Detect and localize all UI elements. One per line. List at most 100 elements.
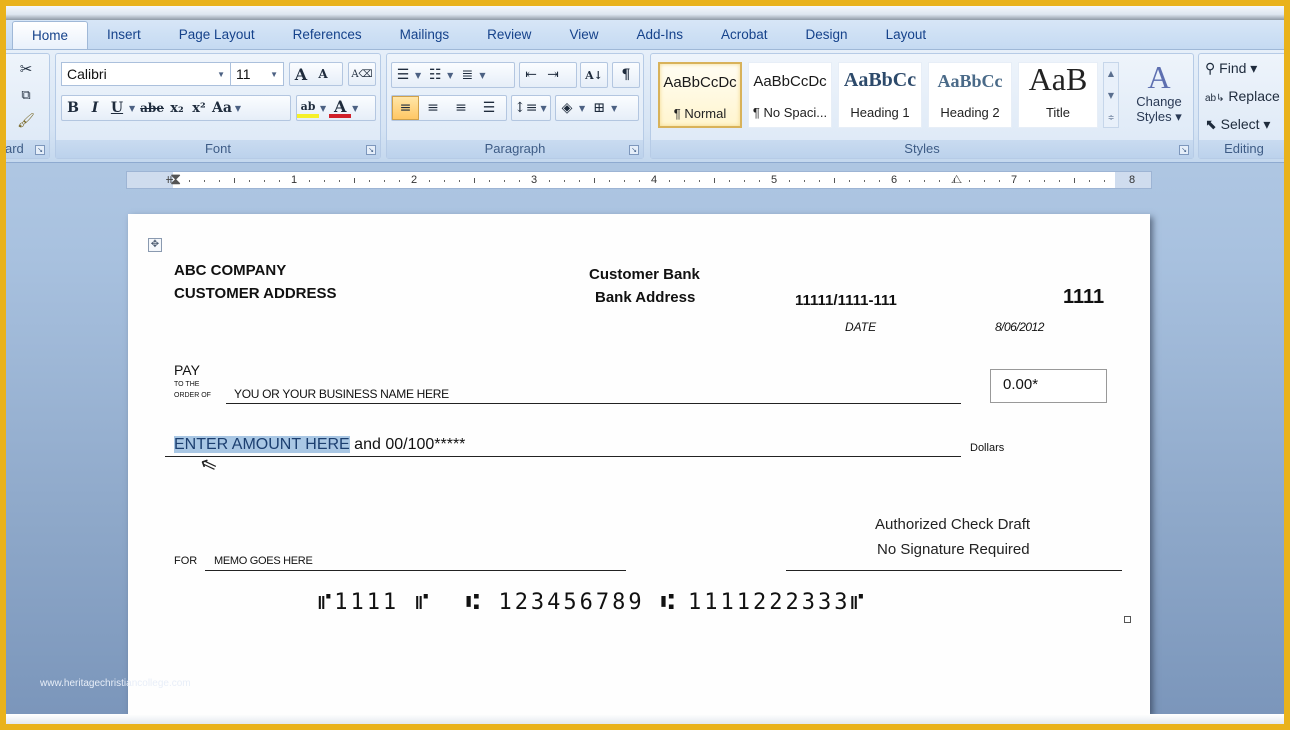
paragraph-launcher-icon[interactable]: ↘ <box>629 145 639 155</box>
align-center-icon[interactable]: ≡ <box>419 97 447 119</box>
style-title[interactable]: AaB Title <box>1018 61 1098 128</box>
style-no-spacing[interactable]: AaBbCcDc ¶ No Spaci... <box>748 62 832 128</box>
sort-icon: A↓ <box>585 68 603 82</box>
font-size-dropdown[interactable]: 11 ▼ <box>230 62 284 86</box>
superscript-button[interactable]: x² <box>188 97 210 119</box>
shading-icon[interactable]: ◈ <box>556 97 578 119</box>
line-spacing-button[interactable]: ↕≡ ▼ <box>511 95 551 121</box>
strikethrough-button[interactable]: abe <box>138 97 166 119</box>
chevron-down-icon[interactable]: ▼ <box>479 71 485 80</box>
align-right-icon[interactable]: ≡ <box>447 97 475 119</box>
increase-indent-icon[interactable]: ⇥ <box>542 64 564 86</box>
amount-words[interactable]: ENTER AMOUNT HERE and 00/100***** <box>174 436 465 454</box>
chevron-down-icon[interactable]: ▼ <box>129 104 135 113</box>
justify-icon[interactable]: ☰ <box>475 97 503 119</box>
subscript-button[interactable]: x₂ <box>166 97 188 119</box>
shrink-font-icon[interactable]: A <box>312 63 334 85</box>
styles-launcher-icon[interactable]: ↘ <box>1179 145 1189 155</box>
amount-box[interactable]: 0.00* <box>990 369 1107 403</box>
change-case-button[interactable]: Aa <box>210 97 234 119</box>
tab-view[interactable]: View <box>550 21 617 49</box>
to-the-label: TO THE <box>174 381 200 388</box>
tab-mailings[interactable]: Mailings <box>381 21 469 49</box>
indent-buttons: ⇤ ⇥ <box>519 62 577 88</box>
tab-insert[interactable]: Insert <box>88 21 160 49</box>
ruler-tick <box>909 180 910 182</box>
ruler-tick <box>789 180 790 182</box>
chevron-down-icon[interactable]: ▼ <box>447 71 453 80</box>
tab-home[interactable]: Home <box>12 21 89 49</box>
style-heading-1[interactable]: AaBbCc Heading 1 <box>838 62 922 128</box>
italic-button[interactable]: I <box>84 97 106 119</box>
ruler-tick <box>189 180 190 182</box>
date-value[interactable]: 8/06/2012 <box>995 320 1044 334</box>
borders-icon[interactable]: ⊞ <box>588 97 610 119</box>
table-resize-handle-icon[interactable] <box>1124 616 1131 623</box>
scroll-up-icon[interactable]: ▲ <box>1104 63 1118 85</box>
horizontal-ruler[interactable]: ⧺ ⧗ ⧍ 1 2 3 4 5 6 7 8 <box>126 169 1152 189</box>
ruler-tick <box>939 180 940 182</box>
ruler-tick <box>429 180 430 182</box>
style-heading-2[interactable]: AaBbCc Heading 2 <box>928 62 1012 128</box>
tab-acrobat[interactable]: Acrobat <box>702 21 787 49</box>
ruler-tick <box>504 180 505 182</box>
show-formatting-button[interactable]: ¶ <box>612 62 640 88</box>
chevron-down-icon[interactable]: ▼ <box>235 104 241 113</box>
copy-icon[interactable]: ⧉ <box>15 84 37 106</box>
routing-fraction: 11111/1111-111 <box>795 292 897 309</box>
styles-scroll[interactable]: ▲ ▼ ≑ <box>1103 62 1119 128</box>
document-page[interactable]: ✥ ABC COMPANY CUSTOMER ADDRESS Customer … <box>128 214 1150 714</box>
right-indent-marker-icon[interactable]: ⧍ <box>951 172 962 187</box>
tab-page-layout[interactable]: Page Layout <box>160 21 274 49</box>
underline-button[interactable]: U <box>106 97 128 119</box>
indent-marker-icon[interactable]: ⧗ <box>170 169 181 189</box>
ruler-number: 3 <box>530 174 538 186</box>
replace-button[interactable]: ab↳ Replace <box>1205 88 1280 104</box>
ruler-number: 2 <box>410 174 418 186</box>
font-launcher-icon[interactable]: ↘ <box>366 145 376 155</box>
ruler-tick <box>234 178 235 183</box>
payee-name[interactable]: YOU OR YOUR BUSINESS NAME HERE <box>234 387 449 401</box>
multilevel-list-icon[interactable]: ≣ <box>456 64 478 86</box>
chevron-down-icon[interactable]: ▼ <box>415 71 421 80</box>
highlight-icon[interactable]: ab <box>297 98 319 118</box>
chevron-down-icon[interactable]: ▼ <box>579 104 585 113</box>
tab-references[interactable]: References <box>274 21 381 49</box>
cursor-icon: ⬉ <box>1205 116 1217 132</box>
ruler-tick <box>1074 178 1075 183</box>
tab-design[interactable]: Design <box>787 21 867 49</box>
chevron-down-icon[interactable]: ▼ <box>320 104 326 113</box>
memo-text[interactable]: MEMO GOES HERE <box>214 555 313 567</box>
ruler-tick <box>834 178 835 183</box>
font-color-icon[interactable]: A <box>329 97 352 118</box>
format-painter-icon[interactable]: 🖌 <box>15 110 37 132</box>
bullets-icon[interactable]: ☰ <box>392 64 414 86</box>
tab-layout[interactable]: Layout <box>867 21 946 49</box>
table-move-handle-icon[interactable]: ✥ <box>148 238 162 252</box>
bold-button[interactable]: B <box>62 97 84 119</box>
font-group-label: Font <box>56 140 380 158</box>
decrease-indent-icon[interactable]: ⇤ <box>520 64 542 86</box>
tab-review[interactable]: Review <box>468 21 550 49</box>
find-button[interactable]: ⚲ Find ▾ <box>1205 60 1257 77</box>
style-normal[interactable]: AaBbCcDc ¶ Normal <box>658 62 742 128</box>
align-left-icon[interactable]: ≡ <box>392 96 419 120</box>
grow-font-icon[interactable]: A <box>290 63 312 85</box>
amount-words-selected[interactable]: ENTER AMOUNT HERE <box>174 436 350 453</box>
font-name-dropdown[interactable]: Calibri ▼ <box>61 62 231 86</box>
sort-button[interactable]: A↓ <box>580 62 608 88</box>
chevron-down-icon: ▼ <box>270 69 278 79</box>
cut-icon[interactable]: ✂ <box>15 58 37 80</box>
ruler-tick <box>354 178 355 183</box>
clear-formatting-button[interactable]: A⌫ <box>348 62 376 86</box>
clipboard-launcher-icon[interactable]: ↘ <box>35 145 45 155</box>
style-name: Heading 2 <box>940 105 1000 120</box>
change-styles-button[interactable]: A Change Styles ▾ <box>1127 60 1191 125</box>
scroll-down-icon[interactable]: ▼ <box>1104 85 1118 107</box>
select-button[interactable]: ⬉ Select ▾ <box>1205 116 1270 133</box>
tab-add-ins[interactable]: Add-Ins <box>617 21 702 49</box>
more-styles-icon[interactable]: ≑ <box>1104 107 1118 129</box>
chevron-down-icon[interactable]: ▼ <box>352 104 358 113</box>
chevron-down-icon[interactable]: ▼ <box>611 104 617 113</box>
numbering-icon[interactable]: ☷ <box>424 64 446 86</box>
